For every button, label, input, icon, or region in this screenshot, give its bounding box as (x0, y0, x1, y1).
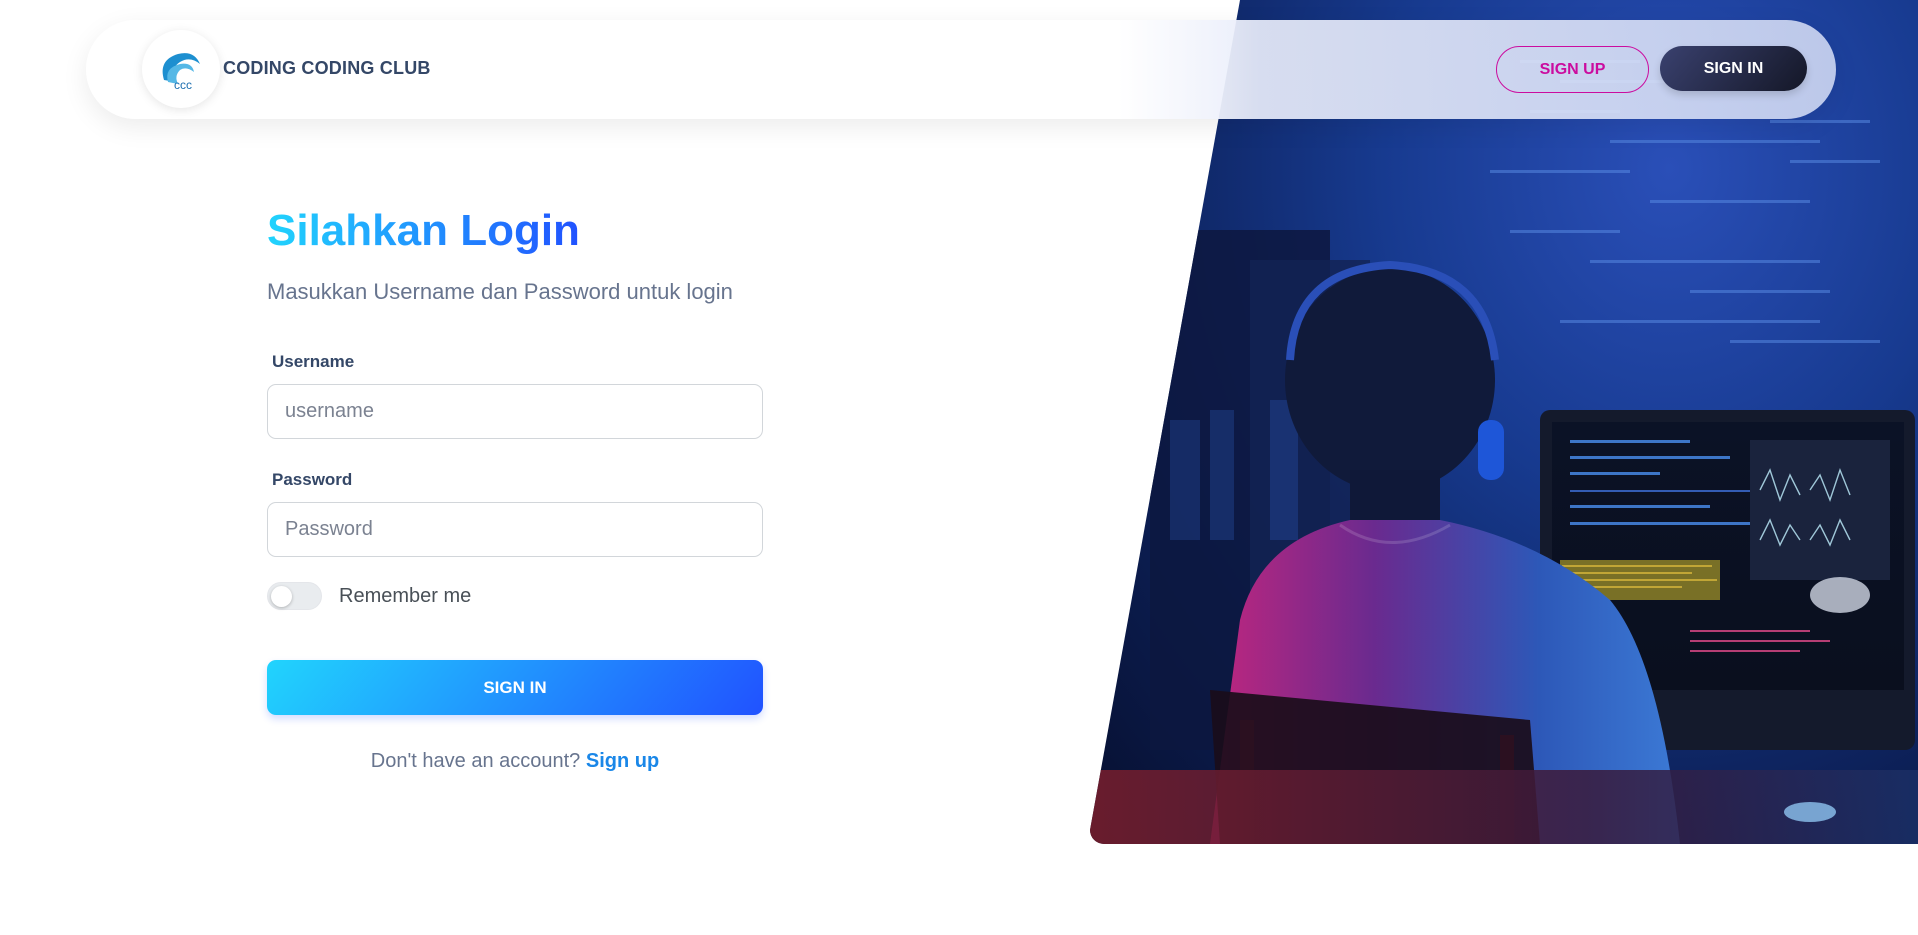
logo[interactable]: ccc (142, 30, 220, 108)
page-subtitle: Masukkan Username dan Password untuk log… (267, 279, 733, 304)
signup-link[interactable]: Sign up (586, 750, 659, 772)
remember-me-label[interactable]: Remember me (339, 585, 471, 608)
hero-image (1090, 0, 1918, 844)
remember-me-toggle[interactable] (267, 582, 322, 610)
signup-prompt: Don't have an account? Sign up (267, 750, 763, 773)
signin-nav-button[interactable]: SIGN IN (1660, 46, 1807, 91)
programmer-at-desk-illustration (1090, 60, 1918, 844)
logo-text: ccc (174, 78, 192, 92)
toggle-knob (271, 586, 292, 607)
navbar: ccc CODING CODING CLUB SIGN UP SIGN IN (86, 20, 1836, 119)
password-input[interactable] (267, 502, 763, 557)
username-label: Username (272, 352, 355, 371)
page-title: Silahkan Login (267, 206, 580, 255)
username-input[interactable] (267, 384, 763, 439)
ccc-wave-logo-icon: ccc (162, 53, 200, 92)
signup-prompt-text: Don't have an account? (370, 750, 581, 772)
signup-button[interactable]: SIGN UP (1496, 46, 1649, 93)
brand-name[interactable]: CODING CODING CLUB (223, 58, 431, 79)
signin-submit-button[interactable]: SIGN IN (267, 660, 763, 715)
password-label: Password (272, 470, 353, 489)
